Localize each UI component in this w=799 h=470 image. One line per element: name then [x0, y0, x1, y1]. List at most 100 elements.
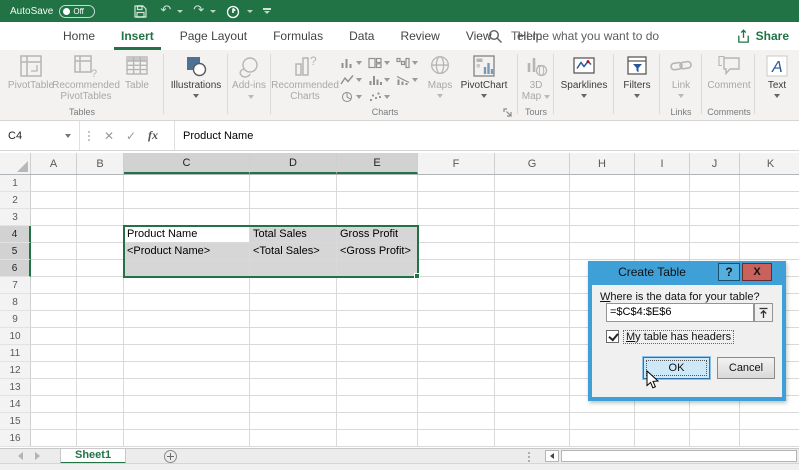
column-header-D[interactable]: D: [250, 153, 337, 174]
cell-A12[interactable]: [31, 362, 77, 379]
cell-G16[interactable]: [495, 430, 570, 447]
tab-scroll-divider[interactable]: [528, 452, 530, 462]
tab-insert[interactable]: Insert: [108, 22, 167, 50]
my-table-has-headers-checkbox[interactable]: [606, 330, 619, 343]
formula-bar-resize-handle[interactable]: [88, 131, 90, 141]
cell-F14[interactable]: [418, 396, 495, 413]
sheet-tab-sheet1[interactable]: Sheet1: [60, 449, 126, 464]
cell-D12[interactable]: [250, 362, 337, 379]
cell-F3[interactable]: [418, 209, 495, 226]
cell-B7[interactable]: [77, 277, 124, 294]
cancel-button[interactable]: Cancel: [717, 357, 775, 379]
insert-statistic-chart-button[interactable]: [368, 74, 390, 86]
cell-E11[interactable]: [337, 345, 418, 362]
cell-E5[interactable]: <Gross Profit>: [337, 243, 418, 260]
cell-C1[interactable]: [124, 175, 250, 192]
illustrations-button[interactable]: Illustrations: [167, 52, 225, 98]
cell-D11[interactable]: [250, 345, 337, 362]
cell-F16[interactable]: [418, 430, 495, 447]
formula-bar-value[interactable]: Product Name: [183, 130, 253, 142]
cell-C4[interactable]: Product Name: [124, 226, 250, 243]
cell-C13[interactable]: [124, 379, 250, 396]
cell-A3[interactable]: [31, 209, 77, 226]
cell-B13[interactable]: [77, 379, 124, 396]
cell-F13[interactable]: [418, 379, 495, 396]
redo-dropdown-icon[interactable]: [210, 10, 216, 13]
cell-I5[interactable]: [635, 243, 690, 260]
cell-F12[interactable]: [418, 362, 495, 379]
cell-E12[interactable]: [337, 362, 418, 379]
hscroll-left-button[interactable]: [545, 450, 559, 462]
cell-G11[interactable]: [495, 345, 570, 362]
cell-E8[interactable]: [337, 294, 418, 311]
sparklines-button[interactable]: Sparklines: [557, 52, 611, 98]
cell-C3[interactable]: [124, 209, 250, 226]
dialog-help-button[interactable]: ?: [718, 263, 740, 281]
cell-D6[interactable]: [250, 260, 337, 277]
tab-data[interactable]: Data: [336, 22, 387, 50]
charts-dialog-launcher[interactable]: [502, 107, 513, 118]
column-header-C[interactable]: C: [124, 153, 250, 174]
cell-G9[interactable]: [495, 311, 570, 328]
cell-D16[interactable]: [250, 430, 337, 447]
cell-E9[interactable]: [337, 311, 418, 328]
cell-B11[interactable]: [77, 345, 124, 362]
comment-button[interactable]: Comment: [705, 52, 753, 91]
column-header-G[interactable]: G: [495, 153, 570, 174]
cell-C14[interactable]: [124, 396, 250, 413]
cell-H2[interactable]: [570, 192, 635, 209]
cell-B5[interactable]: [77, 243, 124, 260]
cell-F11[interactable]: [418, 345, 495, 362]
cell-G6[interactable]: [495, 260, 570, 277]
link-button[interactable]: Link: [663, 52, 699, 98]
cell-D15[interactable]: [250, 413, 337, 430]
cell-K16[interactable]: [740, 430, 799, 447]
cell-A8[interactable]: [31, 294, 77, 311]
row-header-3[interactable]: 3: [0, 209, 31, 226]
insert-scatter-chart-button[interactable]: [368, 91, 390, 103]
cell-H3[interactable]: [570, 209, 635, 226]
cell-H1[interactable]: [570, 175, 635, 192]
cell-D14[interactable]: [250, 396, 337, 413]
insert-pie-chart-button[interactable]: [340, 91, 362, 103]
cell-H5[interactable]: [570, 243, 635, 260]
pivotchart-button[interactable]: PivotChart: [455, 52, 513, 98]
row-header-13[interactable]: 13: [0, 379, 31, 396]
row-header-8[interactable]: 8: [0, 294, 31, 311]
row-header-14[interactable]: 14: [0, 396, 31, 413]
cell-D7[interactable]: [250, 277, 337, 294]
cell-A4[interactable]: [31, 226, 77, 243]
cancel-entry-icon[interactable]: ✕: [98, 129, 120, 143]
cell-E6[interactable]: [337, 260, 418, 277]
column-header-A[interactable]: A: [31, 153, 77, 174]
cell-K4[interactable]: [740, 226, 799, 243]
recommended-pivottables-button[interactable]: ? Recommended PivotTables: [58, 52, 114, 102]
row-header-5[interactable]: 5: [0, 243, 31, 260]
cell-K3[interactable]: [740, 209, 799, 226]
cell-C15[interactable]: [124, 413, 250, 430]
cell-C5[interactable]: <Product Name>: [124, 243, 250, 260]
touch-mouse-mode-icon[interactable]: [226, 4, 241, 19]
cell-E10[interactable]: [337, 328, 418, 345]
tab-review[interactable]: Review: [387, 22, 452, 50]
cell-E14[interactable]: [337, 396, 418, 413]
cell-G1[interactable]: [495, 175, 570, 192]
cell-F10[interactable]: [418, 328, 495, 345]
cell-A5[interactable]: [31, 243, 77, 260]
row-header-11[interactable]: 11: [0, 345, 31, 362]
cell-J16[interactable]: [690, 430, 740, 447]
share-button[interactable]: Share: [736, 22, 789, 50]
cell-J1[interactable]: [690, 175, 740, 192]
cell-D9[interactable]: [250, 311, 337, 328]
previous-sheet-icon[interactable]: [18, 452, 23, 460]
autosave-toggle[interactable]: Off: [59, 5, 95, 18]
cell-C16[interactable]: [124, 430, 250, 447]
column-header-F[interactable]: F: [418, 153, 495, 174]
column-header-J[interactable]: J: [690, 153, 740, 174]
cell-G12[interactable]: [495, 362, 570, 379]
cell-D3[interactable]: [250, 209, 337, 226]
cell-C9[interactable]: [124, 311, 250, 328]
cell-D5[interactable]: <Total Sales>: [250, 243, 337, 260]
row-header-7[interactable]: 7: [0, 277, 31, 294]
collapse-dialog-button[interactable]: [754, 303, 773, 322]
